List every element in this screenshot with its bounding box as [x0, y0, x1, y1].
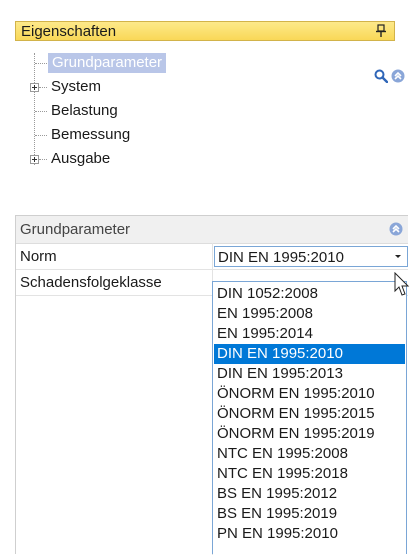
- grid-category-header[interactable]: Grundparameter: [16, 216, 408, 244]
- tree-item-ausgabe[interactable]: Ausgabe: [51, 149, 110, 169]
- tree-connector: [35, 135, 47, 136]
- tree-item-grundparameter[interactable]: Grundparameter: [48, 53, 167, 73]
- dropdown-option[interactable]: EN 1995:2008: [214, 304, 405, 324]
- dropdown-option[interactable]: NTC EN 1995:2008: [214, 444, 405, 464]
- dropdown-option[interactable]: BS EN 1995:2019: [214, 504, 405, 524]
- dropdown-option[interactable]: ÖNORM EN 1995:2015: [214, 404, 405, 424]
- pin-icon[interactable]: [376, 24, 386, 38]
- tree-item-system[interactable]: System: [51, 77, 101, 97]
- dropdown-option[interactable]: DIN EN 1995:2013: [214, 364, 405, 384]
- tree-connector: [35, 111, 47, 112]
- search-icon[interactable]: [374, 69, 388, 83]
- tree-item-label: Bemessung: [51, 126, 131, 143]
- tree-item-belastung[interactable]: Belastung: [51, 101, 118, 121]
- tree-item-label: Belastung: [51, 102, 118, 119]
- expand-icon[interactable]: [30, 155, 39, 164]
- tree-connector: [34, 53, 35, 165]
- tree-connector: [35, 63, 47, 64]
- dropdown-option[interactable]: ÖNORM EN 1995:2010: [214, 384, 405, 404]
- norm-dropdown-list: DIN 1052:2008 EN 1995:2008 EN 1995:2014 …: [212, 281, 407, 554]
- collapse-up-icon[interactable]: [391, 69, 405, 83]
- property-label: Norm: [20, 248, 57, 265]
- tree-item-label: Grundparameter: [52, 54, 163, 71]
- properties-panel-header: Eigenschaften: [15, 21, 395, 41]
- mouse-cursor-icon: [394, 272, 410, 296]
- collapse-up-icon[interactable]: [389, 222, 403, 236]
- tree-item-bemessung[interactable]: Bemessung: [51, 125, 130, 145]
- dropdown-option[interactable]: NTC EN 1995:2018: [214, 464, 405, 484]
- grid-category-label: Grundparameter: [20, 221, 131, 238]
- tree-item-label: System: [51, 78, 102, 95]
- dropdown-option-selected[interactable]: DIN EN 1995:2010: [214, 344, 405, 364]
- dropdown-option[interactable]: BS EN 1995:2012: [214, 484, 405, 504]
- tree-connector: [39, 159, 47, 160]
- panel-title: Eigenschaften: [21, 23, 117, 40]
- norm-select-value: DIN EN 1995:2010: [218, 249, 344, 266]
- dropdown-arrow-icon[interactable]: [390, 247, 407, 266]
- navigation-tree: Grundparameter System Belastung Bemessun…: [15, 48, 405, 208]
- tree-connector: [39, 87, 47, 88]
- expand-icon[interactable]: [30, 83, 39, 92]
- norm-select[interactable]: DIN EN 1995:2010: [214, 246, 408, 267]
- dropdown-option[interactable]: PN EN 1995:2010: [214, 524, 405, 544]
- dropdown-option[interactable]: ÖNORM EN 1995:2019: [214, 424, 405, 444]
- dropdown-option[interactable]: DIN 1052:2008: [214, 284, 405, 304]
- dropdown-option[interactable]: EN 1995:2014: [214, 324, 405, 344]
- tree-item-label: Ausgabe: [51, 150, 111, 167]
- property-label: Schadensfolgeklasse: [20, 274, 162, 291]
